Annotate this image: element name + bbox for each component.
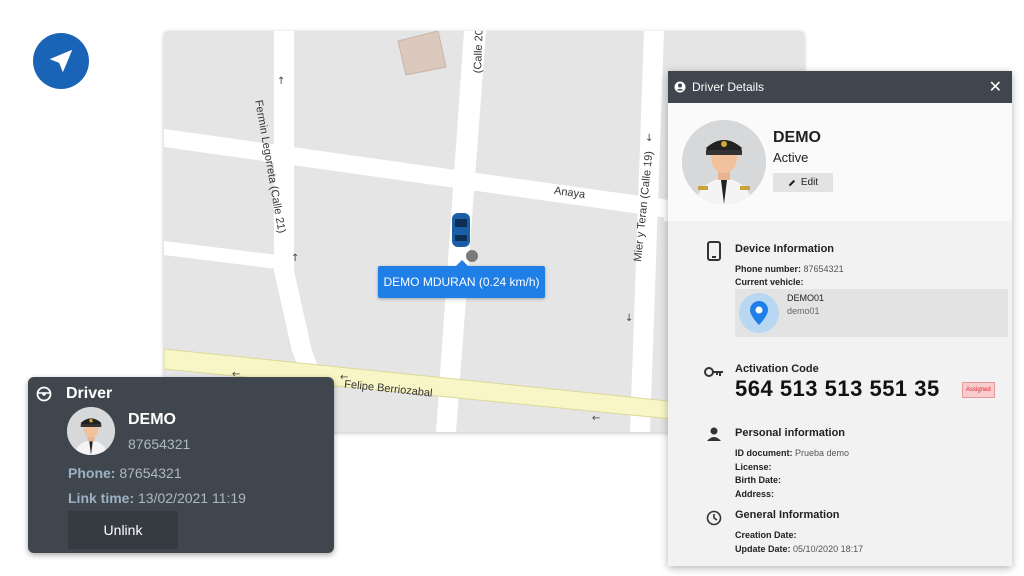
driver-card-title: Driver xyxy=(66,385,113,402)
vehicle-id: demo01 xyxy=(787,306,820,316)
birth-date-label: Birth Date: xyxy=(735,475,782,485)
driver-avatar xyxy=(682,120,766,204)
update-date-value: 05/10/2020 18:17 xyxy=(793,544,864,554)
driver-card-phone-value: 87654321 xyxy=(119,465,182,481)
svg-text:↑: ↑ xyxy=(291,253,299,264)
creation-date-field: Creation Date: xyxy=(735,530,797,540)
phone-number-value: 87654321 xyxy=(803,264,844,274)
person-icon xyxy=(704,427,724,441)
driver-card-phone-label: Phone: xyxy=(68,465,116,481)
unlink-button[interactable]: Unlink xyxy=(68,511,178,549)
details-header: Driver Details ✕ xyxy=(668,71,1012,103)
steering-wheel-icon xyxy=(36,386,52,402)
update-date-field: Update Date: 05/10/2020 18:17 xyxy=(735,544,863,554)
address-field: Address: xyxy=(735,489,774,499)
assigned-badge: Assigned xyxy=(962,382,995,398)
key-icon xyxy=(704,366,724,378)
id-document-value: Prueba demo xyxy=(795,448,850,458)
general-info-title: General Information xyxy=(735,509,840,521)
street-label-calle20: (Calle 20 xyxy=(472,31,486,74)
activation-code-title: Activation Code xyxy=(735,363,819,375)
creation-date-label: Creation Date: xyxy=(735,530,797,540)
current-vehicle-label: Current vehicle: xyxy=(735,277,804,287)
update-date-label: Update Date: xyxy=(735,544,791,554)
edit-button[interactable]: Edit xyxy=(773,173,833,192)
device-info-title: Device Information xyxy=(735,243,835,255)
navigation-arrow-icon xyxy=(49,49,73,73)
driver-card-link-label: Link time: xyxy=(68,490,135,506)
phone-number-label: Phone number: xyxy=(735,264,802,274)
phone-icon xyxy=(704,241,724,261)
svg-text:←: ← xyxy=(592,413,600,424)
driver-card-phone-row: Phone: 87654321 xyxy=(68,465,182,481)
current-vehicle-text: Current vehicle: xyxy=(735,277,804,287)
driver-status: Active xyxy=(773,150,809,165)
personal-info-title: Personal information xyxy=(735,427,846,439)
pencil-icon xyxy=(789,179,795,186)
edit-label: Edit xyxy=(800,177,819,188)
driver-card-phone-top: 87654321 xyxy=(128,436,191,452)
svg-text:↑: ↑ xyxy=(277,76,285,87)
vehicle-name: DEMO01 xyxy=(787,293,825,303)
driver-card: Driver DEMO 87654321 Phone: 87654321 Lin… xyxy=(28,377,334,553)
license-label: License: xyxy=(735,462,772,472)
id-document-label: ID document: xyxy=(735,448,793,458)
license-field: License: xyxy=(735,462,772,472)
driver-card-link-value: 13/02/2021 11:19 xyxy=(138,490,246,506)
driver-card-avatar xyxy=(67,407,115,455)
details-title: Driver Details xyxy=(692,80,765,94)
birth-date-field: Birth Date: xyxy=(735,475,781,485)
app-logo xyxy=(33,33,89,89)
phone-number-field: Phone number: 87654321 xyxy=(735,264,844,274)
vehicle-popup[interactable]: DEMO MDURAN (0.24 km/h) xyxy=(378,260,545,298)
close-icon[interactable]: ✕ xyxy=(989,77,1002,97)
driver-name: DEMO xyxy=(773,129,821,146)
user-circle-icon xyxy=(674,81,686,93)
history-icon xyxy=(704,510,724,526)
map-pin-icon xyxy=(739,293,779,333)
svg-text:↓: ↓ xyxy=(645,133,653,144)
driver-details-panel: Driver Details ✕ DEMO Active Edit Device… xyxy=(668,71,1012,566)
driver-card-name: DEMO xyxy=(128,411,176,428)
driver-card-header: Driver xyxy=(36,385,112,403)
driver-card-link-row: Link time: 13/02/2021 11:19 xyxy=(68,490,246,506)
current-vehicle-card[interactable]: DEMO01 demo01 xyxy=(735,289,1008,337)
driver-summary: DEMO Active Edit xyxy=(668,103,1012,221)
id-document-field: ID document: Prueba demo xyxy=(735,448,849,458)
address-label: Address: xyxy=(735,489,775,499)
svg-text:↓: ↓ xyxy=(625,313,633,324)
activation-code-value: 564 513 513 551 35 xyxy=(735,376,940,401)
